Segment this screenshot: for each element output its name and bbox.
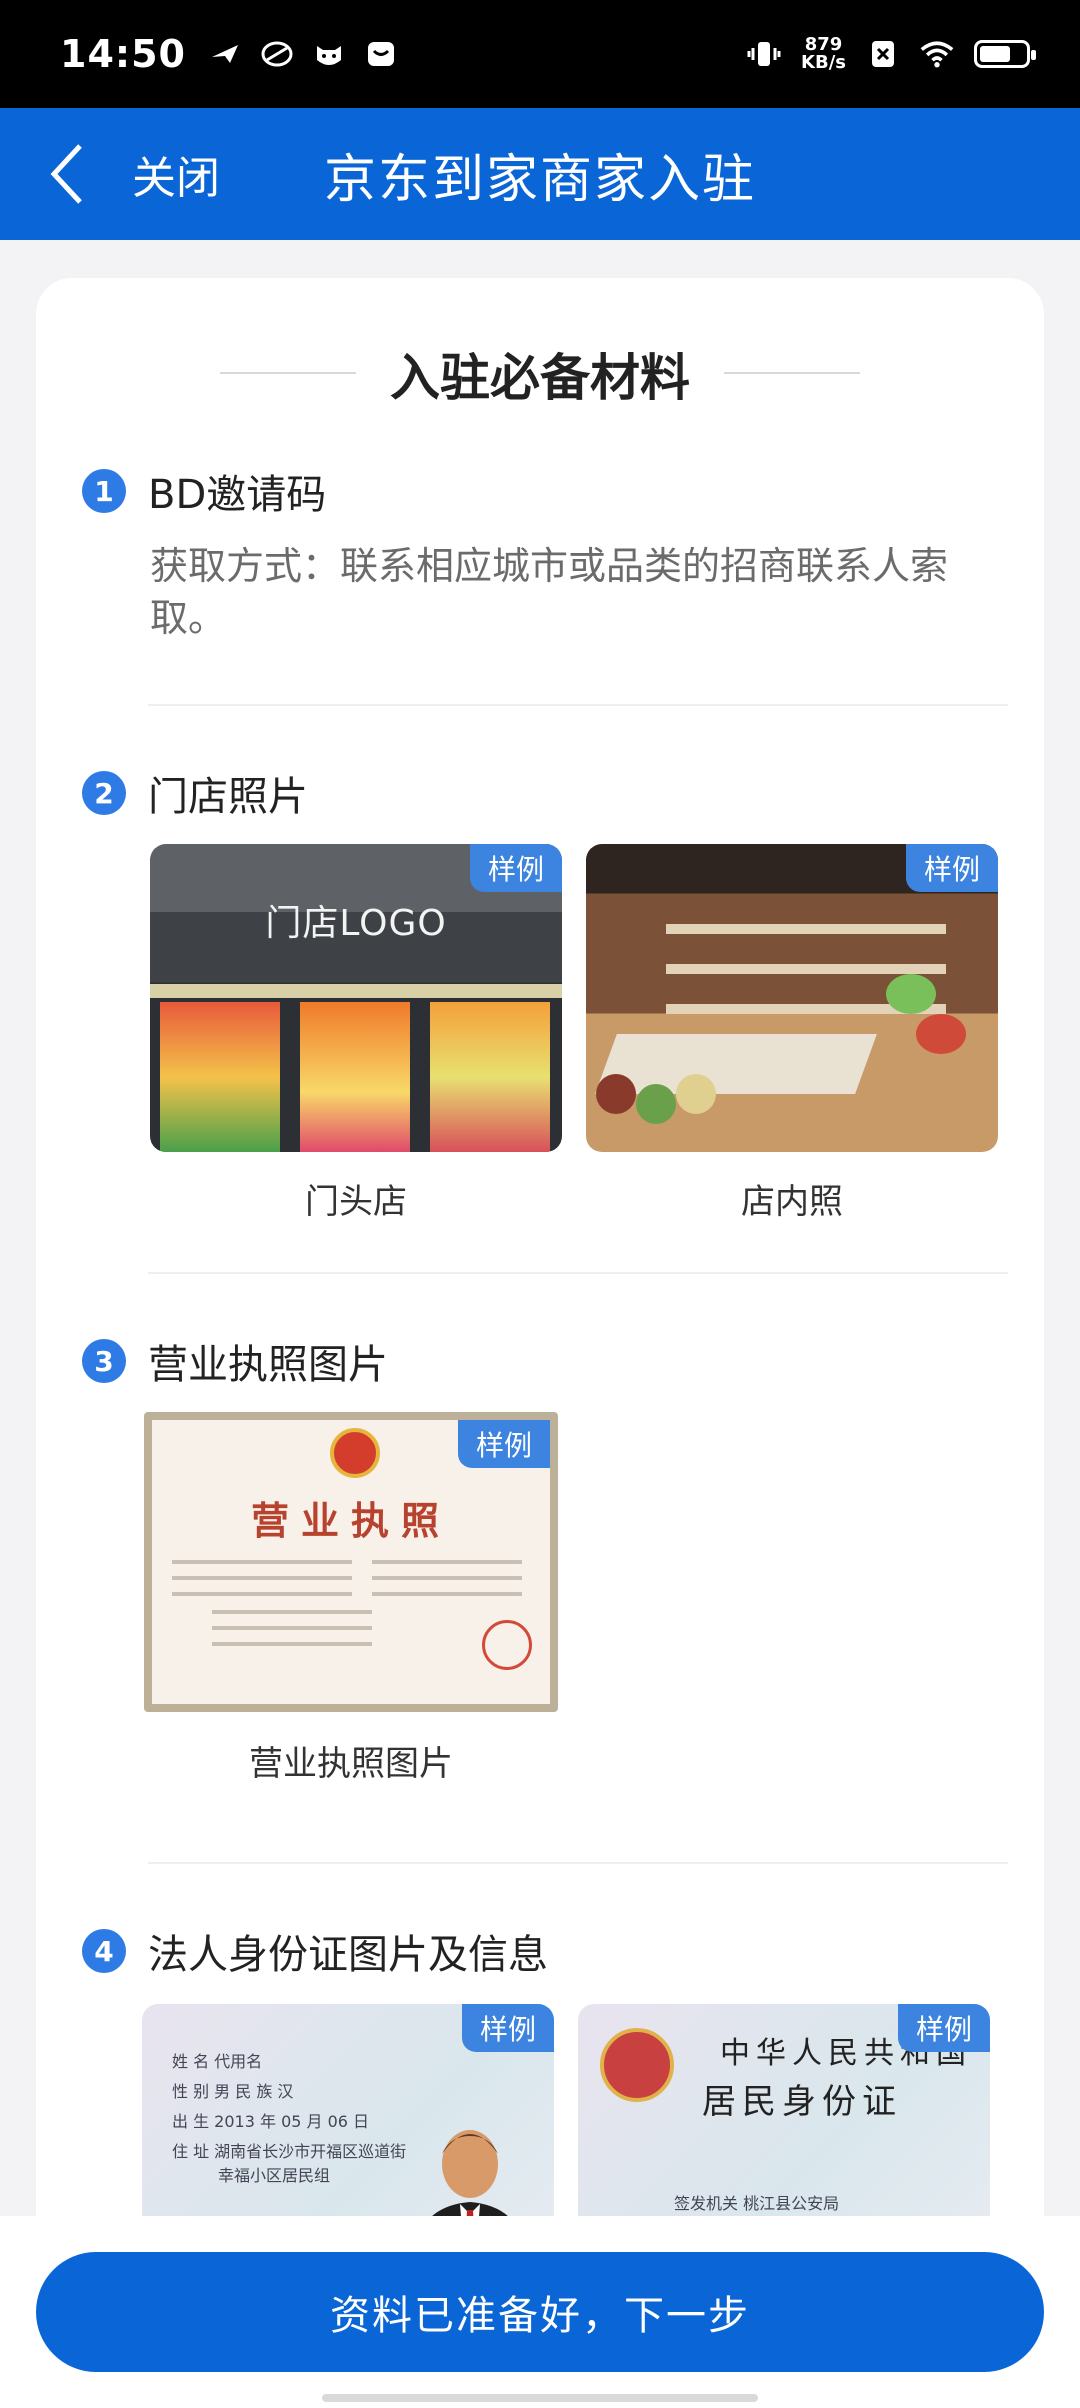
sample-tag: 样例 bbox=[469, 844, 562, 892]
step-1-title: BD邀请码 bbox=[148, 472, 327, 518]
id-name-line: 姓 名 代用名 bbox=[172, 2052, 263, 2071]
step-4-badge: 4 bbox=[82, 1929, 126, 1973]
back-button[interactable] bbox=[28, 108, 108, 240]
status-time: 14:50 bbox=[60, 32, 186, 76]
step-4-header: 4 法人身份证图片及信息 bbox=[82, 1922, 548, 1980]
divider bbox=[148, 1862, 1008, 1864]
sample-tag: 样例 bbox=[461, 2004, 554, 2052]
id-address-line-2: 幸福小区居民组 bbox=[218, 2166, 331, 2185]
id-address-line: 住 址 湖南省长沙市开福区巡道街 bbox=[172, 2142, 407, 2161]
message-notification-icon bbox=[364, 39, 398, 69]
step-3-header: 3 营业执照图片 bbox=[82, 1332, 388, 1390]
national-emblem-icon bbox=[330, 1428, 380, 1478]
card-title: 入驻必备材料 bbox=[390, 349, 690, 407]
id-birth-line: 出 生 2013 年 05 月 06 日 bbox=[172, 2112, 370, 2131]
id-issuer-line: 签发机关 桃江县公安局 bbox=[674, 2194, 840, 2213]
step-1-badge: 1 bbox=[82, 469, 126, 513]
step-1-description: 获取方式：联系相应城市或品类的招商联系人索取。 bbox=[150, 544, 949, 640]
wifi-icon bbox=[920, 39, 954, 69]
materials-card: 入驻必备材料 1 BD邀请码 获取方式：联系相应城市或品类的招商联系人索取。 2… bbox=[36, 278, 1044, 2408]
storefront-caption: 门头店 bbox=[305, 1182, 407, 1222]
status-bar: 14:50 879 KB/s bbox=[0, 0, 1080, 108]
title-divider-right bbox=[724, 372, 860, 374]
network-speed: 879 KB/s bbox=[801, 36, 846, 72]
vibrate-icon bbox=[747, 39, 781, 69]
app-notification-icon bbox=[260, 39, 294, 69]
store-logo-text: 门店LOGO bbox=[265, 903, 447, 944]
next-step-button[interactable]: 资料已准备好，下一步 bbox=[36, 2252, 1044, 2372]
home-indicator[interactable] bbox=[322, 2394, 758, 2402]
divider bbox=[148, 1272, 1008, 1274]
id-card-front-sample-image[interactable]: 姓 名 代用名 性 别 男 民 族 汉 出 生 2013 年 05 月 06 日… bbox=[142, 2004, 554, 2244]
id-card-type-text: 居民身份证 bbox=[702, 2082, 902, 2122]
step-2-title: 门店照片 bbox=[148, 774, 308, 820]
network-speed-unit: KB/s bbox=[801, 52, 846, 73]
id-card-back-sample-image[interactable]: 中华人民共和国 居民身份证 签发机关 桃江县公安局 样例 bbox=[578, 2004, 990, 2244]
interior-caption: 店内照 bbox=[741, 1182, 843, 1222]
battery-icon bbox=[974, 40, 1036, 68]
sample-tag: 样例 bbox=[897, 2004, 990, 2052]
step-1-header: 1 BD邀请码 bbox=[82, 462, 326, 520]
storefront-sample-image[interactable]: 门店LOGO 样例 bbox=[150, 844, 562, 1152]
sample-tag: 样例 bbox=[905, 844, 998, 892]
step-2-header: 2 门店照片 bbox=[82, 764, 308, 822]
page-title: 京东到家商家入驻 bbox=[324, 149, 757, 210]
chevron-left-icon bbox=[50, 144, 82, 204]
sample-tag: 样例 bbox=[457, 1420, 550, 1468]
nav-header: 关闭 京东到家商家入驻 bbox=[0, 108, 1080, 240]
business-license-caption: 营业执照图片 bbox=[249, 1744, 453, 1784]
step-2-badge: 2 bbox=[82, 771, 126, 815]
divider bbox=[148, 704, 1008, 706]
no-sim-icon bbox=[866, 39, 900, 69]
seal-stamp bbox=[482, 1620, 532, 1670]
interior-sample-image[interactable]: 样例 bbox=[586, 844, 998, 1152]
business-license-sample-image[interactable]: 营业执照 样例 bbox=[144, 1412, 558, 1712]
step-3-badge: 3 bbox=[82, 1339, 126, 1383]
step-3-title: 营业执照图片 bbox=[148, 1342, 388, 1388]
national-emblem-icon bbox=[600, 2028, 674, 2102]
step-4-title: 法人身份证图片及信息 bbox=[148, 1932, 548, 1978]
plane-notification-icon bbox=[208, 39, 242, 69]
close-button[interactable]: 关闭 bbox=[132, 142, 220, 206]
bottom-action-bar: 资料已准备好，下一步 bbox=[0, 2216, 1080, 2408]
cat-app-notification-icon bbox=[312, 39, 346, 69]
license-title-text: 营业执照 bbox=[250, 1499, 451, 1543]
id-gender-line: 性 别 男 民 族 汉 bbox=[172, 2082, 294, 2101]
